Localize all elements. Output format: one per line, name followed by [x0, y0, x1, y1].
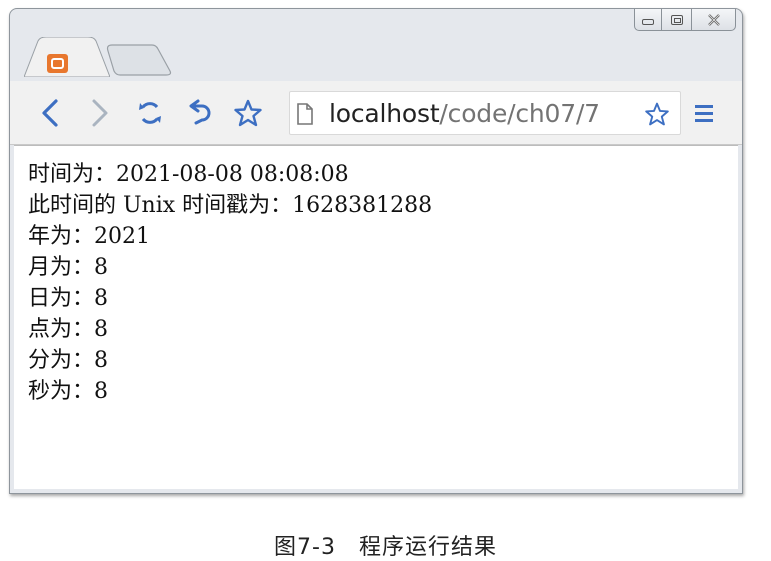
output-line-hour: 点为：8	[28, 317, 108, 342]
reload-icon	[139, 102, 161, 124]
page-content: 时间为：2021-08-08 08:08:08 此时间的 Unix 时间戳为：1…	[14, 145, 738, 489]
output-line-month: 月为：8	[28, 255, 108, 280]
browser-toolbar: localhost/code/ch07/7	[10, 81, 742, 145]
output-line-second: 秒为：8	[28, 379, 108, 404]
maximize-icon	[670, 14, 683, 25]
close-button[interactable]	[692, 9, 736, 31]
url-text: localhost/code/ch07/7	[329, 99, 600, 128]
output-line-day: 日为：8	[28, 286, 108, 311]
forward-button[interactable]	[82, 95, 118, 131]
close-icon	[707, 13, 720, 26]
xampp-favicon-icon	[47, 54, 68, 73]
undo-button[interactable]	[182, 95, 218, 131]
star-icon[interactable]	[643, 101, 671, 127]
output-text: 时间为：2021-08-08 08:08:08 此时间的 Unix 时间戳为：1…	[28, 159, 432, 407]
undo-icon	[189, 99, 211, 125]
page-icon	[297, 103, 313, 125]
bookmark-button[interactable]	[230, 95, 266, 131]
tab-strip	[10, 9, 742, 81]
reload-button[interactable]	[132, 95, 168, 131]
address-bar[interactable]: localhost/code/ch07/7	[289, 91, 681, 135]
minimize-button[interactable]	[634, 9, 662, 31]
maximize-button[interactable]	[662, 9, 692, 31]
menu-button[interactable]	[686, 95, 722, 131]
figure-caption: 图7-3 程序运行结果	[274, 535, 497, 560]
hamburger-menu-icon	[695, 105, 713, 122]
output-line-unix-timestamp: 此时间的 Unix 时间戳为：1628381288	[28, 193, 433, 218]
star-icon	[234, 99, 262, 127]
url-host: localhost	[329, 99, 440, 128]
output-line-minute: 分为：8	[28, 348, 108, 373]
browser-window: localhost/code/ch07/7 时间为：2021-08-08 08:…	[9, 8, 743, 494]
back-button[interactable]	[32, 95, 68, 131]
window-controls	[634, 9, 736, 31]
output-line-year: 年为：2021	[28, 224, 150, 249]
output-line-datetime: 时间为：2021-08-08 08:08:08	[28, 162, 349, 187]
minimize-icon	[642, 18, 654, 25]
url-path: /code/ch07/7	[439, 99, 600, 128]
forward-arrow-icon	[92, 99, 108, 127]
back-arrow-icon	[42, 99, 58, 127]
new-tab-button[interactable]	[106, 37, 174, 77]
